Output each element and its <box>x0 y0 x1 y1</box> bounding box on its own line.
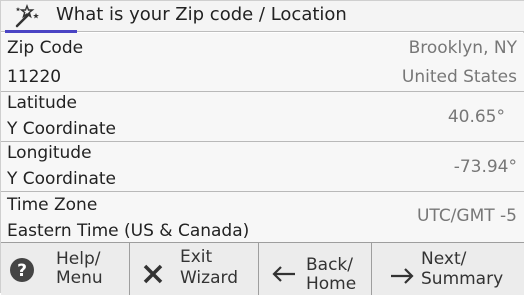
zip-label: Zip Code <box>7 38 84 58</box>
latitude-label: Latitude <box>7 93 77 113</box>
timezone-sublabel: Eastern Time (US & Canada) <box>7 221 250 241</box>
next-label-line2: Summary <box>421 269 504 289</box>
longitude-value: -73.94° <box>453 157 517 177</box>
back-label-line1: Back/ <box>306 255 353 275</box>
back-label-line2: Home <box>306 274 357 294</box>
help-icon: ? <box>10 258 34 282</box>
latitude-row[interactable]: Latitude Y Coordinate 40.65° <box>1 91 524 141</box>
latitude-sublabel: Y Coordinate <box>7 119 116 139</box>
longitude-row[interactable]: Longitude Y Coordinate -73.94° <box>1 141 524 191</box>
timezone-row[interactable]: Time Zone Eastern Time (US & Canada) UTC… <box>1 191 524 242</box>
button-bar: ? Help/ Menu Exit Wizard Back/ Home Next… <box>1 242 524 295</box>
next-summary-button[interactable]: Next/ Summary <box>372 243 524 295</box>
latitude-value: 40.65° <box>447 107 505 127</box>
timezone-value: UTC/GMT -5 <box>416 206 517 226</box>
help-label-line1: Help/ <box>56 249 101 269</box>
help-menu-button[interactable]: ? Help/ Menu <box>1 243 130 295</box>
longitude-sublabel: Y Coordinate <box>7 169 116 189</box>
country-value: United States <box>401 67 517 87</box>
city-value: Brooklyn, NY <box>408 38 517 58</box>
title-bar: What is your Zip code / Location <box>1 1 524 33</box>
exit-wizard-button[interactable]: Exit Wizard <box>130 243 259 295</box>
zip-value: 11220 <box>7 67 62 87</box>
zip-row[interactable]: Zip Code 11220 Brooklyn, NY United State… <box>1 33 524 91</box>
close-icon <box>143 264 163 284</box>
exit-label-line1: Exit <box>180 247 213 267</box>
exit-label-line2: Wizard <box>180 268 238 288</box>
arrow-left-icon <box>272 266 295 282</box>
wizard-window: What is your Zip code / Location Zip Cod… <box>0 0 524 295</box>
timezone-label: Time Zone <box>7 195 98 215</box>
back-home-button[interactable]: Back/ Home <box>259 243 372 295</box>
help-label-line2: Menu <box>56 268 103 288</box>
longitude-label: Longitude <box>7 143 92 163</box>
page-title: What is your Zip code / Location <box>56 4 347 25</box>
next-label-line1: Next/ <box>421 249 467 269</box>
svg-text:?: ? <box>17 261 27 281</box>
arrow-right-icon <box>391 268 414 284</box>
magic-wand-icon <box>15 4 39 28</box>
